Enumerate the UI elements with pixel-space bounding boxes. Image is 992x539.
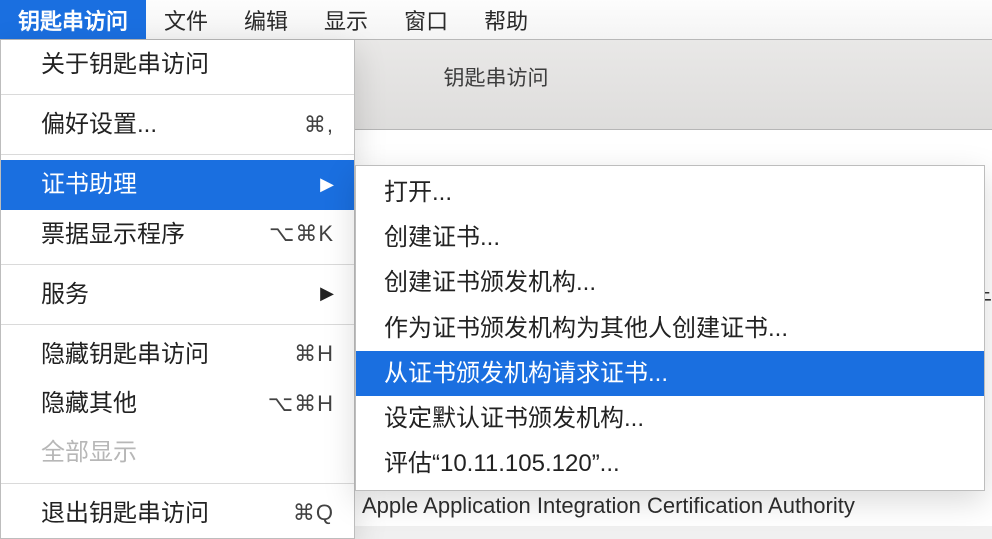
menu-quit-shortcut: ⌘Q <box>293 496 334 530</box>
menu-separator <box>1 483 354 484</box>
cert-assistant-submenu: 打开... 创建证书... 创建证书颁发机构... 作为证书颁发机构为其他人创建… <box>355 165 985 491</box>
menu-preferences-label: 偏好设置... <box>41 106 157 143</box>
menu-separator <box>1 264 354 265</box>
menu-preferences[interactable]: 偏好设置... ⌘, <box>1 100 354 149</box>
menu-hide-others-label: 隐藏其他 <box>41 385 137 422</box>
submenu-request-from-ca[interactable]: 从证书颁发机构请求证书... <box>356 351 984 396</box>
menu-quit-label: 退出钥匙串访问 <box>41 495 209 532</box>
submenu-open[interactable]: 打开... <box>356 170 984 215</box>
menu-separator <box>1 154 354 155</box>
submenu-create-ca-label: 创建证书颁发机构... <box>384 264 596 301</box>
app-menu: 关于钥匙串访问 偏好设置... ⌘, 证书助理 ▶ 票据显示程序 ⌥⌘K 服务 … <box>0 40 355 539</box>
menu-ticket-viewer-label: 票据显示程序 <box>41 216 185 253</box>
submenu-create-cert-label: 创建证书... <box>384 219 500 256</box>
submenu-set-default-ca[interactable]: 设定默认证书颁发机构... <box>356 396 984 441</box>
menu-about-label: 关于钥匙串访问 <box>41 46 209 83</box>
menu-quit[interactable]: 退出钥匙串访问 ⌘Q <box>1 489 354 538</box>
submenu-open-label: 打开... <box>384 174 452 211</box>
menu-hide-others-shortcut: ⌥⌘H <box>268 387 334 421</box>
menu-hide-others[interactable]: 隐藏其他 ⌥⌘H <box>1 379 354 428</box>
submenu-evaluate-label: 评估“10.11.105.120”... <box>384 445 620 482</box>
menubar: 钥匙串访问 文件 编辑 显示 窗口 帮助 <box>0 0 992 40</box>
menubar-app[interactable]: 钥匙串访问 <box>0 0 146 39</box>
menu-about[interactable]: 关于钥匙串访问 <box>1 40 354 89</box>
submenu-create-ca[interactable]: 创建证书颁发机构... <box>356 260 984 305</box>
menubar-edit[interactable]: 编辑 <box>226 0 306 39</box>
menu-preferences-shortcut: ⌘, <box>304 108 334 142</box>
menu-cert-assistant-label: 证书助理 <box>41 166 137 203</box>
submenu-set-default-ca-label: 设定默认证书颁发机构... <box>384 400 644 437</box>
window-title: 钥匙串访问 <box>444 62 549 92</box>
submenu-create-cert[interactable]: 创建证书... <box>356 215 984 260</box>
submenu-create-for-others-label: 作为证书颁发机构为其他人创建证书... <box>384 310 788 347</box>
submenu-create-for-others[interactable]: 作为证书颁发机构为其他人创建证书... <box>356 306 984 351</box>
menubar-help[interactable]: 帮助 <box>466 0 546 39</box>
submenu-evaluate[interactable]: 评估“10.11.105.120”... <box>356 441 984 486</box>
menu-separator <box>1 94 354 95</box>
list-item-ca[interactable]: Apple Application Integration Certificat… <box>362 493 855 519</box>
menubar-window[interactable]: 窗口 <box>386 0 466 39</box>
submenu-arrow-icon: ▶ <box>320 171 334 199</box>
menubar-view[interactable]: 显示 <box>306 0 386 39</box>
menu-ticket-viewer[interactable]: 票据显示程序 ⌥⌘K <box>1 210 354 259</box>
menu-hide-app[interactable]: 隐藏钥匙串访问 ⌘H <box>1 330 354 379</box>
menu-cert-assistant[interactable]: 证书助理 ▶ <box>1 160 354 209</box>
menu-ticket-viewer-shortcut: ⌥⌘K <box>269 217 334 251</box>
menubar-file[interactable]: 文件 <box>146 0 226 39</box>
menu-services-label: 服务 <box>41 276 89 313</box>
submenu-request-from-ca-label: 从证书颁发机构请求证书... <box>384 355 668 392</box>
submenu-arrow-icon: ▶ <box>320 280 334 308</box>
menu-separator <box>1 324 354 325</box>
menu-show-all-label: 全部显示 <box>41 434 137 471</box>
menu-show-all: 全部显示 <box>1 428 354 477</box>
menu-hide-app-label: 隐藏钥匙串访问 <box>41 336 209 373</box>
menu-services[interactable]: 服务 ▶ <box>1 270 354 319</box>
menu-hide-app-shortcut: ⌘H <box>294 337 334 371</box>
